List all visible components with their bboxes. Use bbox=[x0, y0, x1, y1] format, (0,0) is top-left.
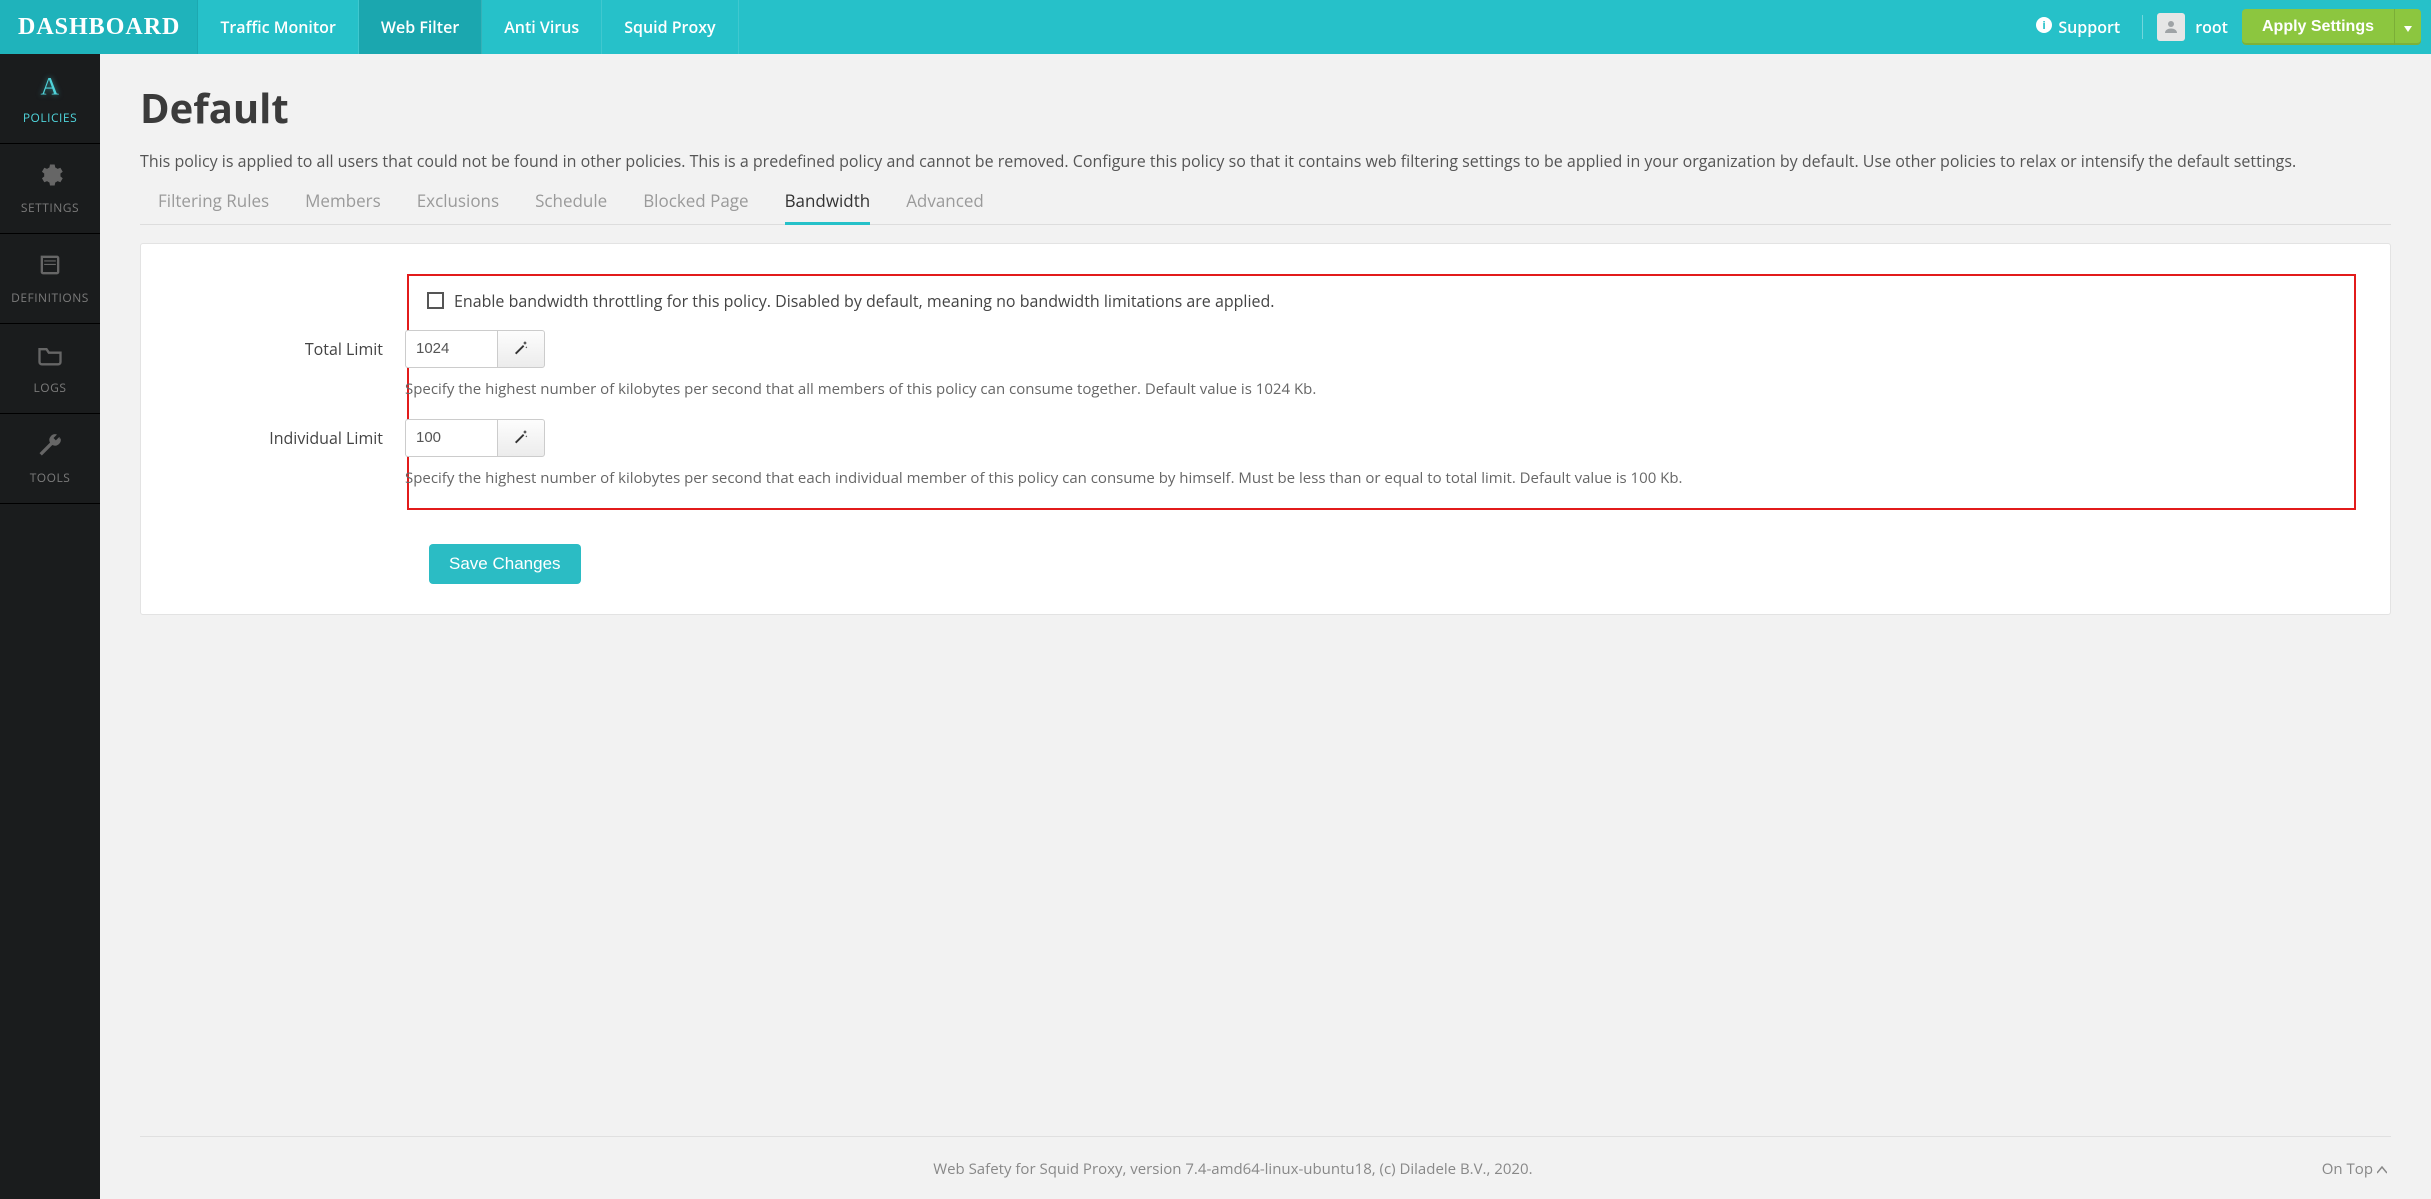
page-description: This policy is applied to all users that… bbox=[140, 149, 2391, 175]
policy-tabs: Filtering Rules Members Exclusions Sched… bbox=[140, 189, 2391, 225]
apply-settings-group: Apply Settings bbox=[2242, 9, 2421, 45]
sidebar-item-label: LOGS bbox=[34, 379, 67, 396]
spacer bbox=[175, 274, 407, 282]
tab-exclusions[interactable]: Exclusions bbox=[417, 189, 499, 224]
total-limit-wizard-button[interactable] bbox=[497, 330, 545, 368]
gear-icon bbox=[36, 161, 64, 193]
sidebar-item-policies[interactable]: A POLICIES bbox=[0, 54, 100, 144]
topnav-web-filter[interactable]: Web Filter bbox=[359, 0, 482, 54]
divider bbox=[2142, 15, 2143, 39]
total-limit-help: Specify the highest number of kilobytes … bbox=[405, 378, 2336, 401]
bandwidth-panel: Enable bandwidth throttling for this pol… bbox=[140, 243, 2391, 616]
main-content: Default This policy is applied to all us… bbox=[100, 54, 2431, 1199]
sidebar-item-label: TOOLS bbox=[30, 469, 71, 486]
username: root bbox=[2195, 16, 2228, 38]
individual-limit-help: Specify the highest number of kilobytes … bbox=[405, 467, 2336, 490]
svg-text:i: i bbox=[2043, 18, 2046, 33]
folder-icon bbox=[36, 341, 64, 373]
individual-limit-input[interactable] bbox=[405, 419, 497, 457]
sidebar-item-logs[interactable]: LOGS bbox=[0, 324, 100, 414]
magic-wand-icon bbox=[513, 428, 529, 447]
magic-wand-icon bbox=[513, 339, 529, 358]
page-title: Default bbox=[140, 80, 2391, 135]
save-changes-button[interactable]: Save Changes bbox=[429, 544, 581, 584]
tab-blocked-page[interactable]: Blocked Page bbox=[643, 189, 748, 224]
sidebar-item-label: SETTINGS bbox=[21, 199, 79, 216]
tab-members[interactable]: Members bbox=[305, 189, 381, 224]
chevron-up-icon bbox=[2377, 1159, 2387, 1179]
footer-text: Web Safety for Squid Proxy, version 7.4-… bbox=[144, 1159, 2322, 1179]
individual-limit-wizard-button[interactable] bbox=[497, 419, 545, 457]
topbar: DASHBOARD Traffic Monitor Web Filter Ant… bbox=[0, 0, 2431, 54]
wrench-icon bbox=[36, 431, 64, 463]
brand-logo[interactable]: DASHBOARD bbox=[0, 0, 198, 54]
topnav-squid-proxy[interactable]: Squid Proxy bbox=[602, 0, 738, 54]
topnav: Traffic Monitor Web Filter Anti Virus Sq… bbox=[198, 0, 738, 54]
svg-text:A: A bbox=[40, 71, 59, 99]
on-top-link[interactable]: On Top bbox=[2322, 1159, 2387, 1179]
enable-throttling-label: Enable bandwidth throttling for this pol… bbox=[454, 290, 1274, 312]
total-limit-label: Total Limit bbox=[173, 330, 405, 401]
sidebar-item-label: POLICIES bbox=[23, 109, 77, 126]
on-top-label: On Top bbox=[2322, 1159, 2373, 1179]
enable-throttling-row[interactable]: Enable bandwidth throttling for this pol… bbox=[427, 290, 2336, 312]
highlighted-region: Enable bandwidth throttling for this pol… bbox=[407, 274, 2356, 511]
tab-filtering-rules[interactable]: Filtering Rules bbox=[158, 189, 269, 224]
footer: Web Safety for Squid Proxy, version 7.4-… bbox=[140, 1136, 2391, 1187]
support-label: Support bbox=[2058, 16, 2120, 38]
policies-icon: A bbox=[36, 71, 64, 103]
support-link[interactable]: i Support bbox=[2028, 16, 2128, 38]
sidebar-item-settings[interactable]: SETTINGS bbox=[0, 144, 100, 234]
tab-advanced[interactable]: Advanced bbox=[906, 189, 984, 224]
user-menu[interactable]: root bbox=[2157, 13, 2228, 41]
enable-throttling-checkbox[interactable] bbox=[427, 292, 444, 309]
apply-settings-dropdown[interactable] bbox=[2395, 9, 2421, 45]
topnav-anti-virus[interactable]: Anti Virus bbox=[482, 0, 602, 54]
info-icon: i bbox=[2036, 16, 2052, 38]
topbar-right: i Support root Apply Settings bbox=[2028, 0, 2431, 54]
apply-settings-button[interactable]: Apply Settings bbox=[2242, 9, 2395, 45]
avatar-icon bbox=[2157, 13, 2185, 41]
individual-limit-label: Individual Limit bbox=[173, 419, 405, 490]
tab-schedule[interactable]: Schedule bbox=[535, 189, 607, 224]
sidebar: A POLICIES SETTINGS DEFINITIONS LOGS bbox=[0, 54, 100, 1199]
sidebar-item-tools[interactable]: TOOLS bbox=[0, 414, 100, 504]
book-icon bbox=[36, 251, 64, 283]
total-limit-input[interactable] bbox=[405, 330, 497, 368]
tab-bandwidth[interactable]: Bandwidth bbox=[785, 189, 871, 225]
topnav-traffic-monitor[interactable]: Traffic Monitor bbox=[198, 0, 359, 54]
sidebar-item-label: DEFINITIONS bbox=[11, 289, 89, 306]
sidebar-item-definitions[interactable]: DEFINITIONS bbox=[0, 234, 100, 324]
caret-down-icon bbox=[2404, 20, 2412, 35]
